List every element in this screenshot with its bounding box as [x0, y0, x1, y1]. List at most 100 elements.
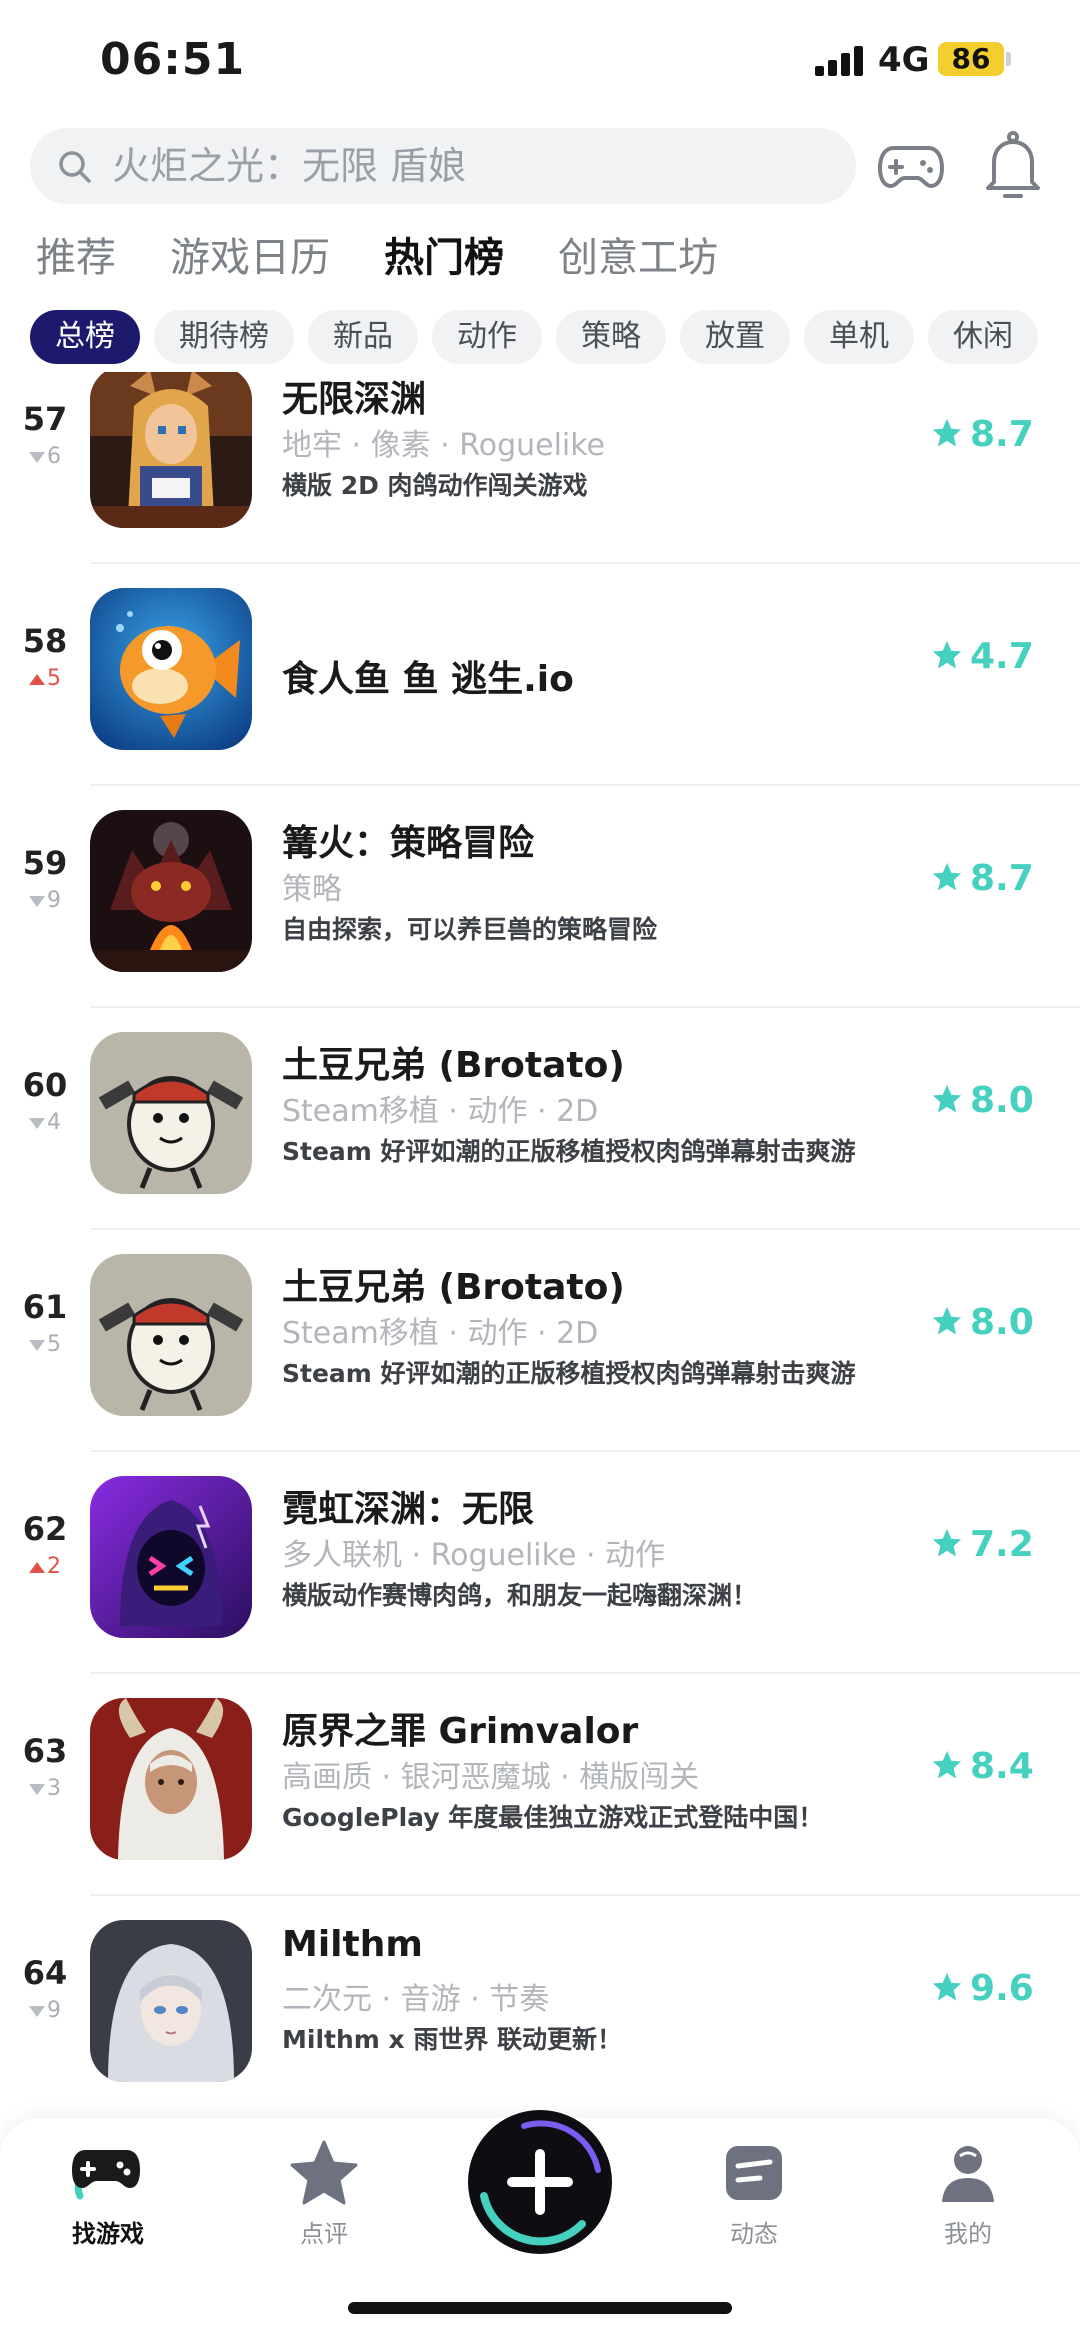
game-row[interactable]: 62 2 霓虹深渊：无限 多人联机 · Roguelike · 动作 横版动作赛… — [0, 1452, 1080, 1674]
game-title: 土豆兄弟 (Brotato) — [282, 1267, 625, 1308]
game-library-icon[interactable] — [876, 130, 946, 200]
score-value: 8.0 — [970, 1080, 1034, 1121]
game-score: 8.7 — [930, 414, 1034, 455]
nav-reviews[interactable]: 点评 — [254, 2138, 394, 2249]
game-score: 4.7 — [930, 636, 1034, 677]
search-placeholder: 火炬之光：无限 盾娘 — [112, 144, 467, 188]
nav-label: 点评 — [300, 2220, 348, 2248]
tab-recommend[interactable]: 推荐 — [36, 230, 116, 290]
rank-number: 58 — [22, 622, 68, 660]
game-tags: 高画质 · 银河恶魔城 · 横版闯关 — [282, 1760, 700, 1795]
nav-profile[interactable]: 我的 — [898, 2138, 1038, 2249]
rank-change: 9 — [14, 888, 76, 913]
game-tags: 策略 — [282, 872, 342, 907]
game-score: 8.7 — [930, 858, 1034, 899]
signal-icon — [815, 46, 869, 76]
chip-anticipated[interactable]: 期待榜 — [154, 310, 294, 364]
game-row[interactable]: 59 9 篝火：策略冒险 策略 自由探索，可以养巨兽的策略冒险 8.7 — [0, 786, 1080, 1008]
star-icon — [932, 1750, 962, 1779]
chip-action[interactable]: 动作 — [432, 310, 542, 364]
game-tags: 多人联机 · Roguelike · 动作 — [282, 1538, 666, 1573]
tab-workshop[interactable]: 创意工坊 — [558, 230, 718, 290]
tab-game-calendar[interactable]: 游戏日历 — [170, 230, 330, 290]
chip-strategy[interactable]: 策略 — [556, 310, 666, 364]
game-score: 8.0 — [930, 1080, 1034, 1121]
game-title: 霓虹深渊：无限 — [282, 1489, 535, 1530]
goldfish-icon — [90, 588, 252, 750]
score-value: 8.7 — [970, 858, 1034, 899]
rank-change: 3 — [14, 1776, 76, 1801]
game-description: Milthm x 雨世界 联动更新！ — [282, 2025, 623, 2054]
rank-down-icon — [29, 895, 45, 907]
rank-down-icon — [29, 1339, 45, 1351]
campfire-beast-icon — [90, 810, 252, 972]
game-row[interactable]: 58 5 食人鱼 鱼 逃生.io 4.7 — [0, 564, 1080, 786]
nav-feed[interactable]: 动态 — [684, 2138, 824, 2249]
chip-idle[interactable]: 放置 — [680, 310, 790, 364]
chip-new[interactable]: 新品 — [308, 310, 418, 364]
chip-single-player[interactable]: 单机 — [804, 310, 914, 364]
game-row[interactable]: 63 3 原界之罪 Grimvalor 高画质 · 银河恶魔城 · 横版闯关 G… — [0, 1674, 1080, 1896]
game-score: 8.0 — [930, 1302, 1034, 1343]
status-bar: 06:51 4G 86 — [0, 0, 1080, 120]
network-type: 4G — [878, 40, 930, 80]
score-value: 7.2 — [970, 1524, 1034, 1565]
game-ranking-list: 57 6 无限深渊 地牢 · 像素 · Roguelike 横版 2D 肉鸽动作… — [0, 372, 1080, 2102]
nav-label: 找游戏 — [72, 2220, 144, 2248]
search-input[interactable]: 火炬之光：无限 盾娘 — [30, 128, 856, 204]
rank-up-icon — [29, 1561, 45, 1573]
game-title: Milthm — [282, 1924, 423, 1965]
game-title: 篝火：策略冒险 — [282, 823, 535, 864]
rank-number: 64 — [22, 1954, 68, 1992]
top-tabs: 推荐 游戏日历 热门榜 创意工坊 — [36, 230, 718, 290]
tab-hot-chart[interactable]: 热门榜 — [384, 230, 504, 290]
battery-icon: 86 — [938, 42, 1004, 76]
score-value: 9.6 — [970, 1968, 1034, 2009]
game-row[interactable]: 61 5 土豆兄弟 (Brotato) Steam移植 · 动作 · 2D St… — [0, 1230, 1080, 1452]
game-description: 横版 2D 肉鸽动作闯关游戏 — [282, 471, 588, 500]
anime-girl-icon — [90, 1920, 252, 2082]
game-tags: 二次元 · 音游 · 节奏 — [282, 1982, 550, 2017]
rank-number: 62 — [22, 1510, 68, 1548]
game-tags: 地牢 · 像素 · Roguelike — [282, 428, 606, 463]
game-row[interactable]: 60 4 土豆兄弟 (Brotato) Steam移植 · 动作 · 2D St… — [0, 1008, 1080, 1230]
game-description: 横版动作赛博肉鸽，和朋友一起嗨翻深渊！ — [282, 1581, 758, 1610]
game-row[interactable]: 57 6 无限深渊 地牢 · 像素 · Roguelike 横版 2D 肉鸽动作… — [0, 372, 1080, 564]
search-icon — [59, 151, 91, 183]
home-indicator — [348, 2302, 732, 2314]
rank-up-icon — [29, 673, 45, 685]
rank-number: 57 — [22, 400, 68, 438]
game-row[interactable]: 64 9 Milthm 二次元 · 音游 · 节奏 Milthm x 雨世界 联… — [0, 1896, 1080, 2102]
rank-number: 63 — [22, 1732, 68, 1770]
rank-change-value: 9 — [47, 888, 61, 913]
score-value: 8.0 — [970, 1302, 1034, 1343]
status-time: 06:51 — [100, 34, 246, 85]
rank-down-icon — [29, 451, 45, 463]
category-chips: 总榜 期待榜 新品 动作 策略 放置 单机 休闲 — [30, 310, 1038, 364]
game-title: 土豆兄弟 (Brotato) — [282, 1045, 625, 1086]
bell-icon[interactable] — [978, 128, 1048, 202]
nav-find-games[interactable]: 找游戏 — [38, 2138, 178, 2249]
battery-tip — [1006, 52, 1011, 66]
game-tags: Steam移植 · 动作 · 2D — [282, 1316, 599, 1351]
chip-overall[interactable]: 总榜 — [30, 310, 140, 364]
horned-woman-icon — [90, 1698, 252, 1860]
game-description: GooglePlay 年度最佳独立游戏正式登陆中国！ — [282, 1803, 824, 1832]
game-score: 8.4 — [930, 1746, 1034, 1787]
rank-change: 2 — [14, 1554, 76, 1579]
star-icon — [932, 1084, 962, 1113]
rank-number: 60 — [22, 1066, 68, 1104]
nav-label: 动态 — [730, 2220, 778, 2248]
star-icon — [932, 1528, 962, 1557]
game-description: 自由探索，可以养巨兽的策略冒险 — [282, 915, 658, 944]
rank-change-value: 3 — [47, 1776, 61, 1801]
score-value: 4.7 — [970, 636, 1034, 677]
star-icon — [932, 1972, 962, 2001]
create-post-button[interactable] — [464, 2106, 616, 2258]
game-description: Steam 好评如潮的正版移植授权肉鸽弹幕射击爽游 — [282, 1359, 856, 1388]
rank-number: 61 — [22, 1288, 68, 1326]
chip-casual[interactable]: 休闲 — [928, 310, 1038, 364]
game-title: 食人鱼 鱼 逃生.io — [282, 659, 574, 700]
rank-change-value: 6 — [47, 444, 61, 469]
rank-change: 4 — [14, 1110, 76, 1135]
